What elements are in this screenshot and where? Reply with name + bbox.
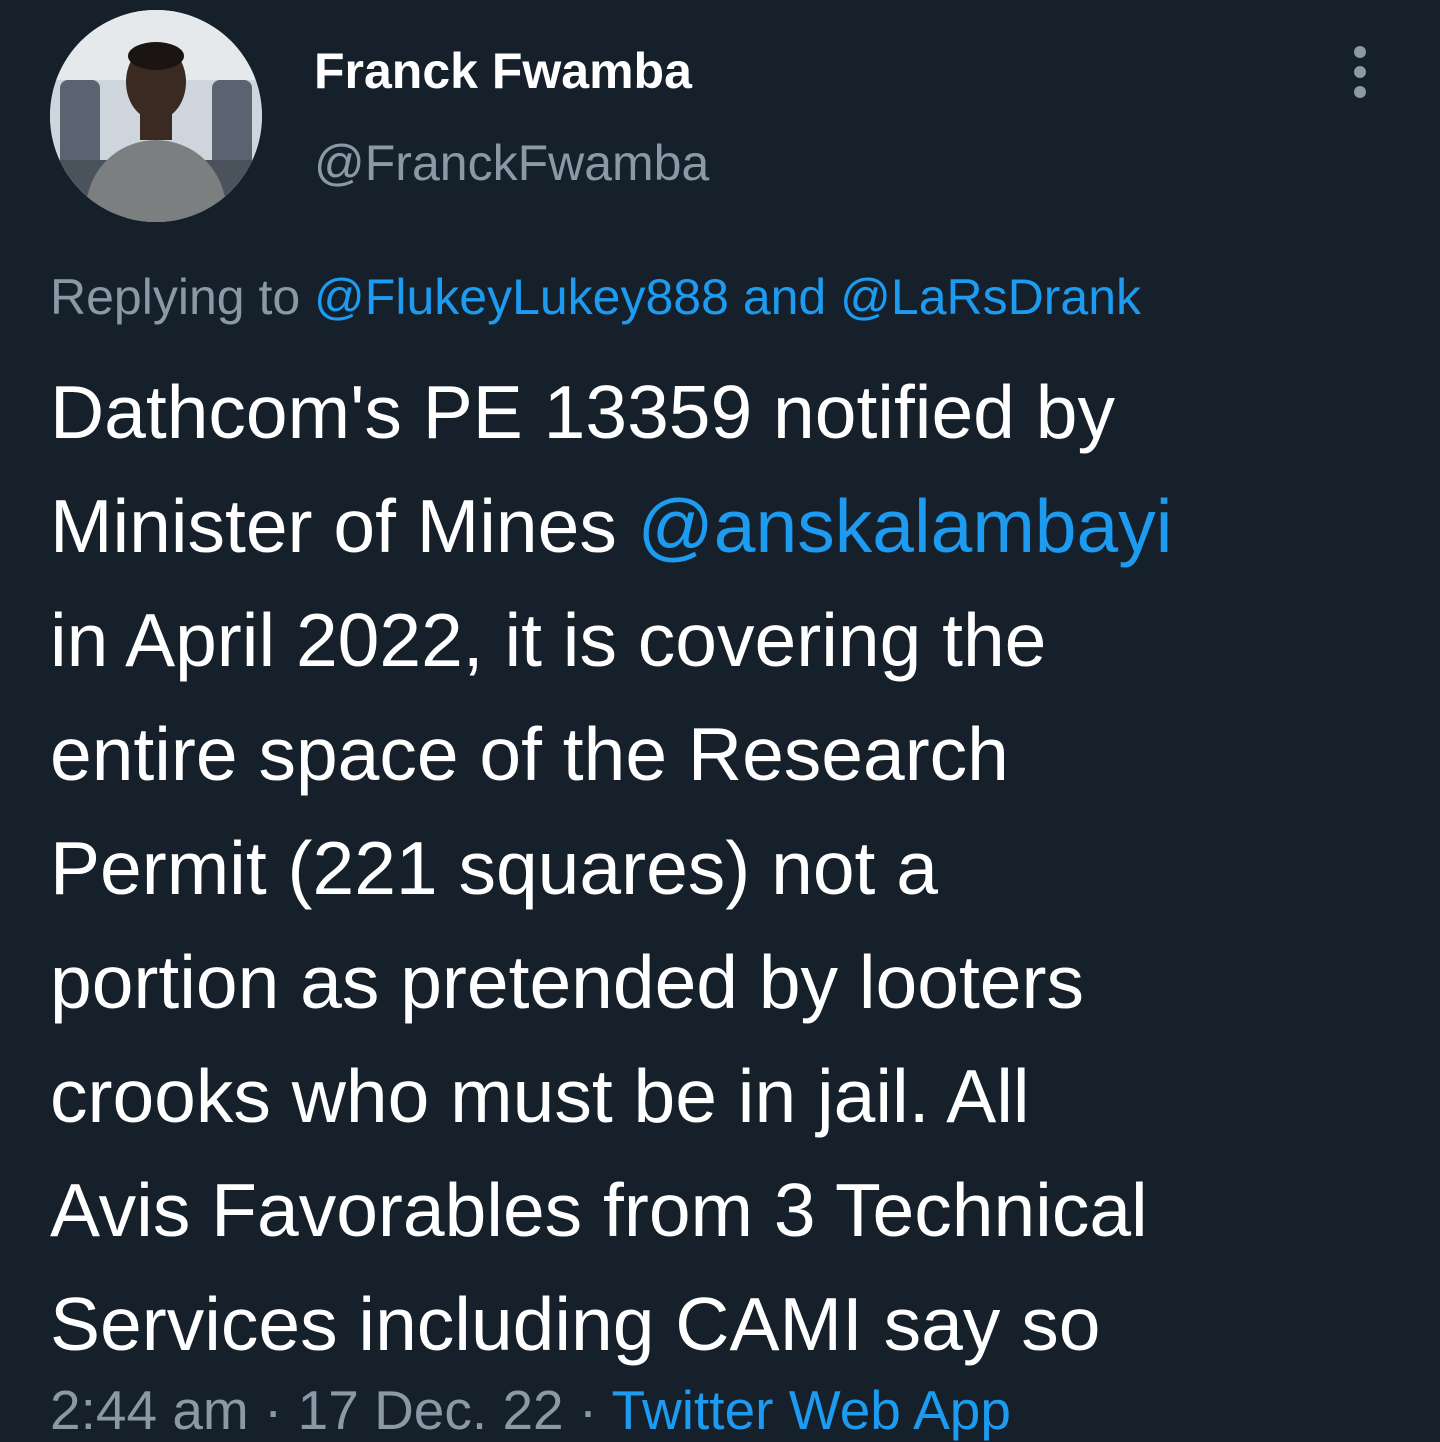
mention-link[interactable]: @anskalambayi [638, 484, 1173, 568]
user-handle[interactable]: @FranckFwamba [314, 134, 709, 192]
tweet-line: Avis Favorables from 3 Technical [50, 1168, 1148, 1252]
more-vertical-icon-dot [1354, 66, 1366, 78]
tweet-date[interactable]: 17 Dec. 22 [298, 1379, 564, 1441]
tweet-line: entire space of the Research [50, 712, 1009, 796]
meta-separator: · [248, 1379, 298, 1441]
avatar-photo [50, 10, 262, 222]
more-vertical-icon-dot [1354, 86, 1366, 98]
reply-mention-link[interactable]: @FlukeyLukey888 [314, 269, 729, 325]
tweet-line: Permit (221 squares) not a [50, 826, 938, 910]
tweet-line: crooks who must be in jail. All [50, 1054, 1030, 1138]
display-name[interactable]: Franck Fwamba [314, 42, 692, 100]
tweet-source-link[interactable]: Twitter Web App [612, 1379, 1011, 1441]
tweet-line: Minister of Mines @anskalambayi [50, 469, 1410, 583]
replying-to: Replying to @FlukeyLukey888 and @LaRsDra… [50, 268, 1141, 326]
replying-to-label: Replying to [50, 269, 315, 325]
tweet-line: Services including CAMI say so [50, 1282, 1101, 1366]
tweet-time[interactable]: 2:44 am [50, 1379, 249, 1441]
meta-separator: · [563, 1379, 612, 1441]
tweet-line: portion as pretended by looters [50, 940, 1084, 1024]
more-options-button[interactable] [1340, 40, 1380, 104]
more-vertical-icon [1354, 46, 1366, 58]
tweet-line: in April 2022, it is covering the [50, 598, 1047, 682]
tweet-text-segment: Minister of Mines [50, 484, 638, 568]
tweet-meta: 2:44 am · 17 Dec. 22 · Twitter Web App [50, 1378, 1011, 1442]
reply-mention-link[interactable]: @LaRsDrank [840, 269, 1141, 325]
tweet-line: Dathcom's PE 13359 notified by [50, 370, 1115, 454]
tweet-text: Dathcom's PE 13359 notified by Minister … [50, 355, 1410, 1381]
reply-mention-joiner[interactable]: and [729, 269, 840, 325]
avatar[interactable] [50, 10, 262, 222]
